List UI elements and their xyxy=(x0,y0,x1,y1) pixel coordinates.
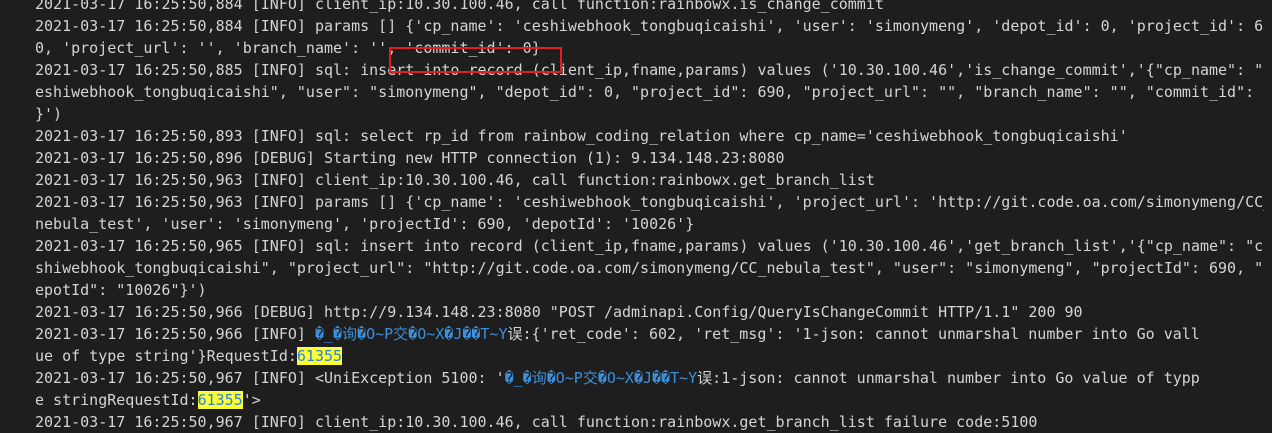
log-line: 2021-03-17 16:25:50,884 [INFO] client_ip… xyxy=(35,0,884,13)
log-text: e stringRequestId: xyxy=(35,391,198,409)
log-line: }') xyxy=(35,105,63,123)
log-line: epotId": "10026"}') xyxy=(35,281,207,299)
log-line-error: 2021-03-17 16:25:50,967 [INFO] <UniExcep… xyxy=(35,367,1267,389)
log-line-partial: 2021-03-17 16:25:50,967 [INFO] client_ip… xyxy=(35,413,1038,431)
log-line: 2021-03-17 16:25:50,896 [DEBUG] Starting… xyxy=(35,149,785,167)
log-line-error: e stringRequestId:61355'> xyxy=(35,389,1267,411)
log-line: 2021-03-17 16:25:50,893 [INFO] sql: sele… xyxy=(35,127,1128,145)
log-line-error: ue of type string'}RequestId:61355 xyxy=(35,345,1267,367)
log-line: 2021-03-17 16:25:50,885 [INFO] sql: inse… xyxy=(35,61,1272,79)
log-text: 2021-03-17 16:25:50,966 [INFO] xyxy=(35,325,315,343)
log-text: 误:1-json: cannot unmarshal number into G… xyxy=(697,369,1200,387)
vertical-scrollbar[interactable] xyxy=(1264,0,1272,429)
log-text: ue of type string'}RequestId: xyxy=(35,347,297,365)
log-line: 2021-03-17 16:25:50,963 [INFO] params []… xyxy=(35,193,1272,211)
search-highlight: 61355 xyxy=(296,347,343,365)
log-line: 2021-03-17 16:25:50,965 [INFO] sql: inse… xyxy=(35,237,1272,255)
search-highlight: 61355 xyxy=(197,391,243,409)
log-line: 2021-03-17 16:25:50,963 [INFO] client_ip… xyxy=(35,171,875,189)
log-line-error: 2021-03-17 16:25:50,966 [INFO] �_�询�O~P交… xyxy=(35,323,1267,345)
log-text: 2021-03-17 16:25:50,967 [INFO] <UniExcep… xyxy=(35,369,505,387)
log-line: shiwebhook_tongbuqicaishi", "project_url… xyxy=(35,259,1272,277)
log-output: 2021-03-17 16:25:50,884 [INFO] client_ip… xyxy=(35,0,1272,433)
log-text: '> xyxy=(242,391,261,409)
garbled-text: �_�询�O~P交�O~X�J��T~Y xyxy=(314,325,508,343)
log-line: 2021-03-17 16:25:50,966 [DEBUG] http://9… xyxy=(35,303,1083,321)
log-line: eshiwebhook_tongbuqicaishi", "user": "si… xyxy=(35,83,1272,101)
log-line: 0, 'project_url': '', 'branch_name': '',… xyxy=(35,39,541,57)
log-line: 2021-03-17 16:25:50,884 [INFO] params []… xyxy=(35,17,1272,35)
log-line: nebula_test', 'user': 'simonymeng', 'pro… xyxy=(35,215,695,233)
log-text: 误:{'ret_code': 602, 'ret_msg': '1-json: … xyxy=(507,325,1200,343)
garbled-text: �_�询�O~P交�O~X�J��T~Y xyxy=(504,369,698,387)
